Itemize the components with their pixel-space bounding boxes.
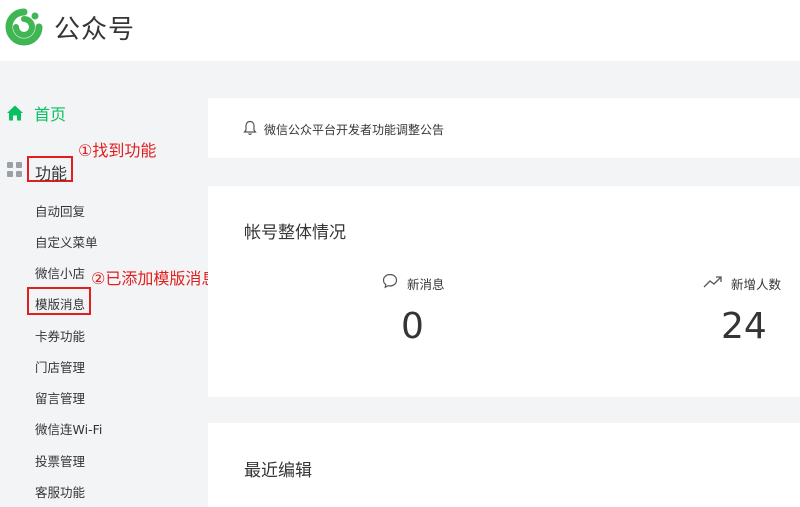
sidebar-item-wechat-store[interactable]: 微信小店 bbox=[35, 263, 85, 282]
chat-bubble-icon bbox=[382, 273, 398, 289]
new-followers-label: 新增人数 bbox=[731, 277, 782, 292]
sidebar-item-store-management[interactable]: 门店管理 bbox=[35, 357, 85, 376]
sidebar-item-functions[interactable]: 功能 bbox=[27, 156, 73, 183]
recent-edits-title: 最近编辑 bbox=[244, 461, 312, 481]
sidebar-item-home-label: 首页 bbox=[34, 105, 67, 124]
brand-title[interactable]: 公众号 bbox=[54, 9, 135, 46]
new-followers-value[interactable]: 24 bbox=[721, 306, 767, 347]
new-messages-label: 新消息 bbox=[407, 277, 445, 292]
wechat-official-account-logo-icon[interactable] bbox=[5, 8, 43, 46]
sidebar-item-custom-menu[interactable]: 自定义菜单 bbox=[35, 232, 98, 251]
top-bar: 公众号 bbox=[0, 0, 800, 61]
home-icon bbox=[7, 105, 23, 121]
sidebar-item-comment-management[interactable]: 留言管理 bbox=[35, 388, 85, 407]
sidebar-item-wechat-wifi[interactable]: 微信连Wi-Fi bbox=[35, 419, 102, 438]
sidebar-item-template-message[interactable]: 模版消息 bbox=[27, 287, 91, 315]
annotation-step1: ①找到功能 bbox=[78, 141, 157, 160]
new-messages-value[interactable]: 0 bbox=[401, 306, 424, 347]
notice-text[interactable]: 微信公众平台开发者功能调整公告 bbox=[264, 121, 444, 138]
sidebar-item-card-coupons[interactable]: 卡券功能 bbox=[35, 326, 85, 345]
sidebar-item-auto-reply[interactable]: 自动回复 bbox=[35, 201, 85, 220]
sidebar-item-customer-service[interactable]: 客服功能 bbox=[35, 482, 85, 501]
sidebar-item-functions-label: 功能 bbox=[35, 164, 68, 183]
sidebar-item-home[interactable]: 首页 bbox=[6, 101, 66, 125]
sidebar-item-vote-management[interactable]: 投票管理 bbox=[35, 451, 85, 470]
trend-up-icon bbox=[703, 276, 722, 288]
bell-icon bbox=[243, 120, 257, 135]
grid-icon bbox=[7, 162, 23, 178]
sidebar-item-template-message-label: 模版消息 bbox=[35, 297, 86, 312]
account-overview-title: 帐号整体情况 bbox=[244, 223, 346, 243]
